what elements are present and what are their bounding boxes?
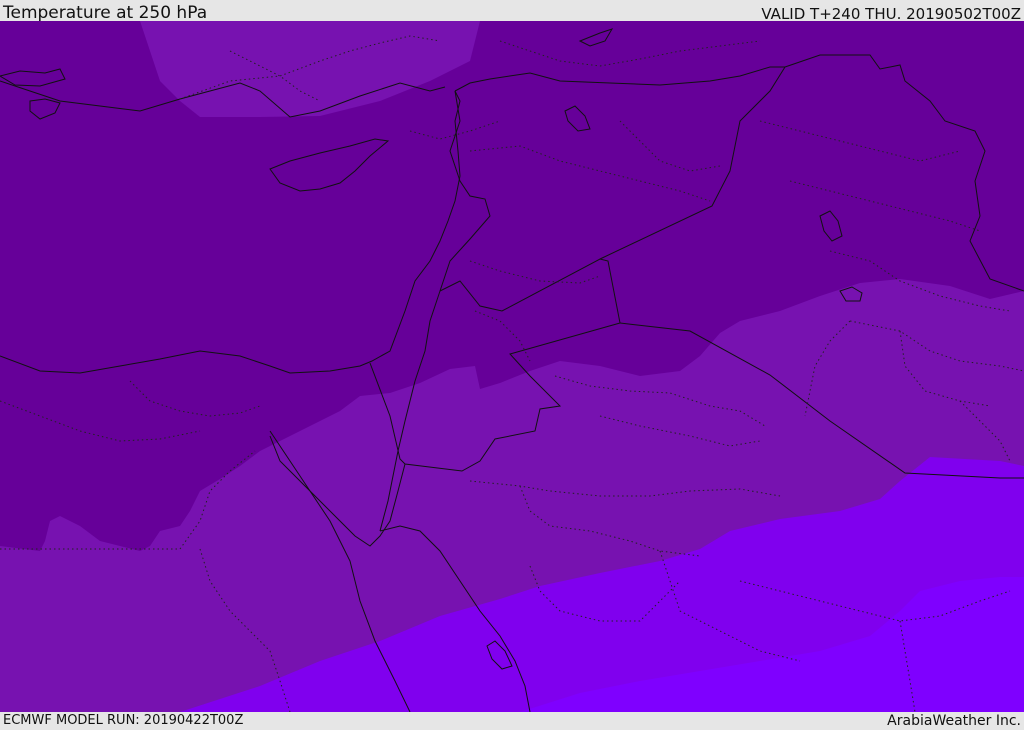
header-bar: Temperature at 250 hPa VALID T+240 THU. …	[0, 0, 1024, 23]
footer-bar: ECMWF MODEL RUN: 20190422T00Z ArabiaWeat…	[0, 712, 1024, 729]
model-run: ECMWF MODEL RUN: 20190422T00Z	[3, 713, 244, 728]
weather-map[interactable]	[0, 21, 1024, 712]
map-canvas	[0, 21, 1024, 712]
map-title: Temperature at 250 hPa	[3, 3, 208, 23]
credit-text: ArabiaWeather Inc.	[887, 713, 1021, 729]
